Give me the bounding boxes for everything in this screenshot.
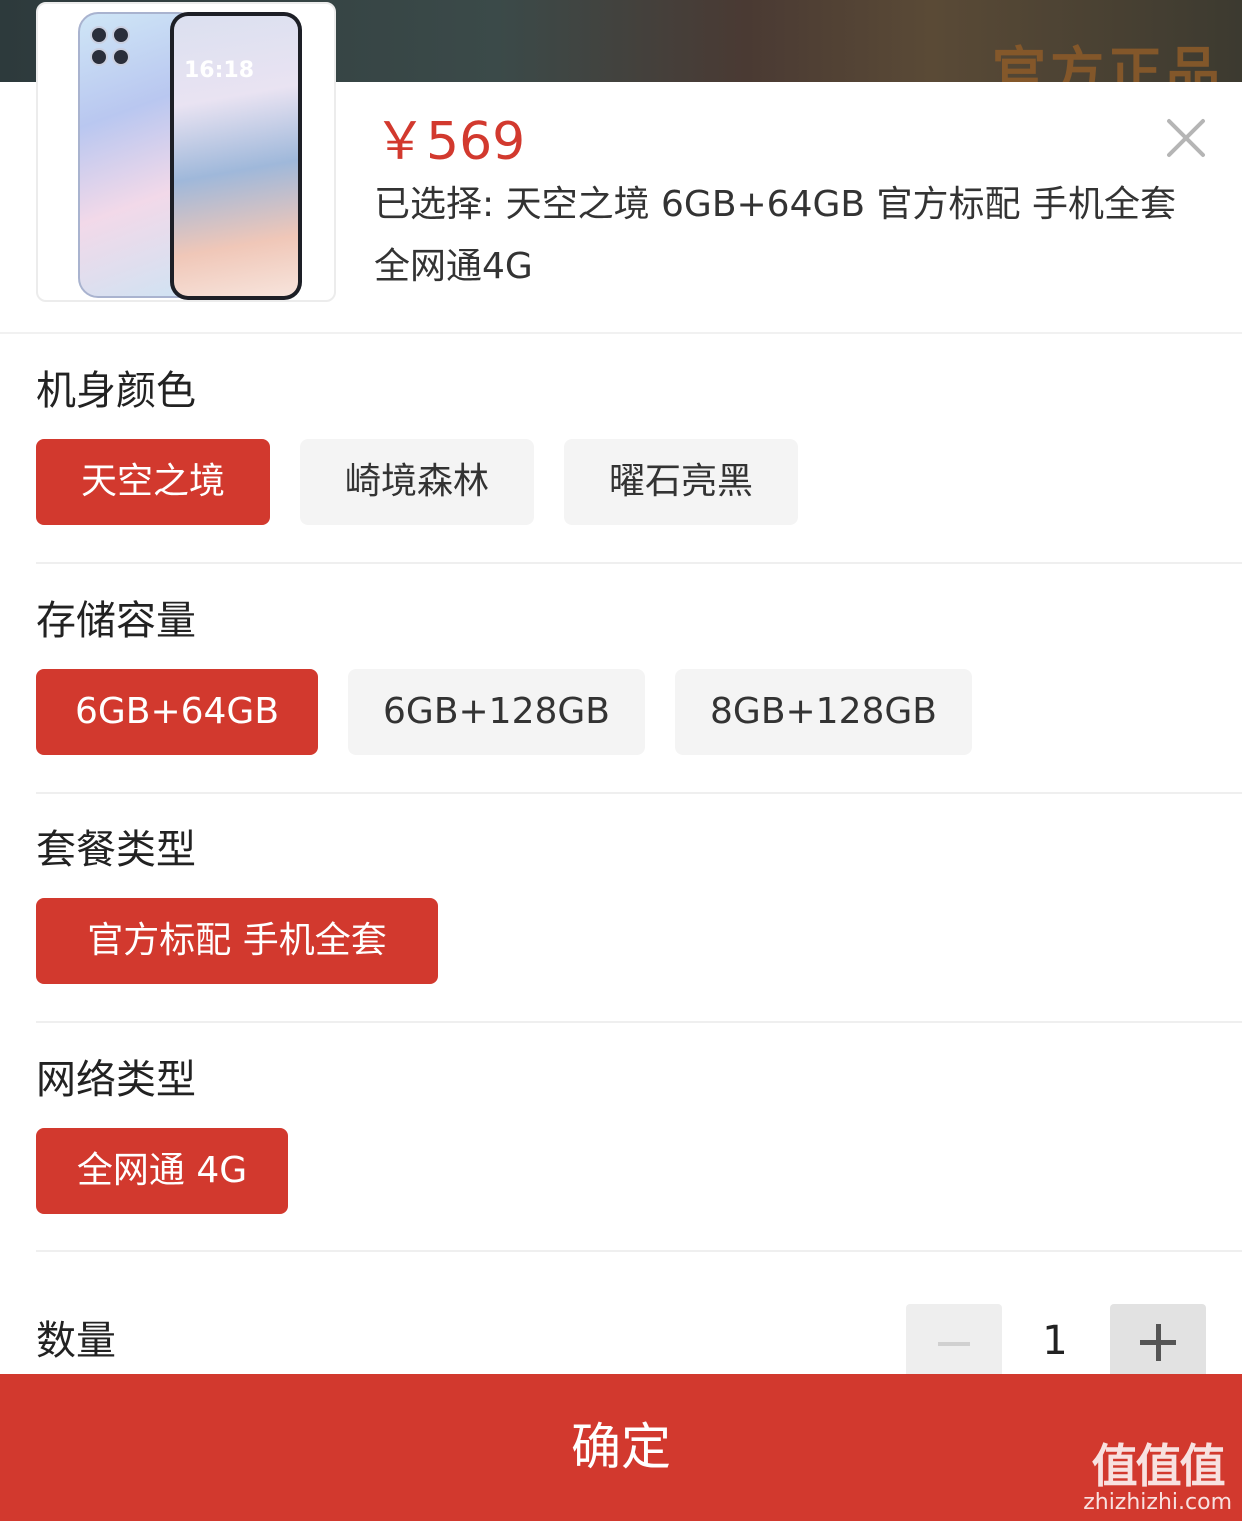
option-package-standard[interactable]: 官方标配 手机全套 [36,898,438,984]
quantity-value[interactable]: 1 [1010,1316,1100,1366]
option-storage-6-64[interactable]: 6GB+64GB [36,669,318,755]
quantity-label: 数量 [36,1318,116,1364]
section-divider [36,1021,1242,1023]
watermark-url: zhizhizhi.com [1083,1490,1232,1515]
option-color-forest[interactable]: 崎境森林 [300,439,534,525]
watermark-mark: 值值值 [1091,1439,1226,1493]
camera-icon [112,48,130,66]
camera-icon [90,26,108,44]
camera-icon [112,26,130,44]
phone-front-illustration: 16:18 [170,12,302,300]
option-color-sky[interactable]: 天空之境 [36,439,270,525]
close-icon[interactable] [1164,116,1208,160]
section-title-storage: 存储容量 [36,598,196,644]
selected-spec-summary: 已选择: 天空之境 6GB+64GB 官方标配 手机全套 全网通4G [374,184,1176,287]
section-title-package: 套餐类型 [36,827,196,873]
minus-icon[interactable] [906,1304,1002,1384]
section-title-network: 网络类型 [36,1057,196,1103]
section-divider [36,562,1242,564]
section-title-color: 机身颜色 [36,368,196,414]
option-storage-6-128[interactable]: 6GB+128GB [348,669,645,755]
option-network-4g[interactable]: 全网通 4G [36,1128,288,1214]
option-color-black[interactable]: 曜石亮黑 [564,439,798,525]
product-image: 16:18 [36,2,336,302]
plus-icon[interactable] [1110,1304,1206,1384]
section-divider [36,792,1242,794]
camera-icon [90,48,108,66]
confirm-button[interactable]: 确定 [0,1374,1242,1521]
section-divider [36,1250,1242,1252]
watermark-logo: 值值值 zhizhizhi.com [1083,1441,1232,1515]
product-price: ￥569 [374,112,526,172]
phone-clock: 16:18 [184,58,255,83]
option-storage-8-128[interactable]: 8GB+128GB [675,669,972,755]
header-divider [0,332,1242,334]
